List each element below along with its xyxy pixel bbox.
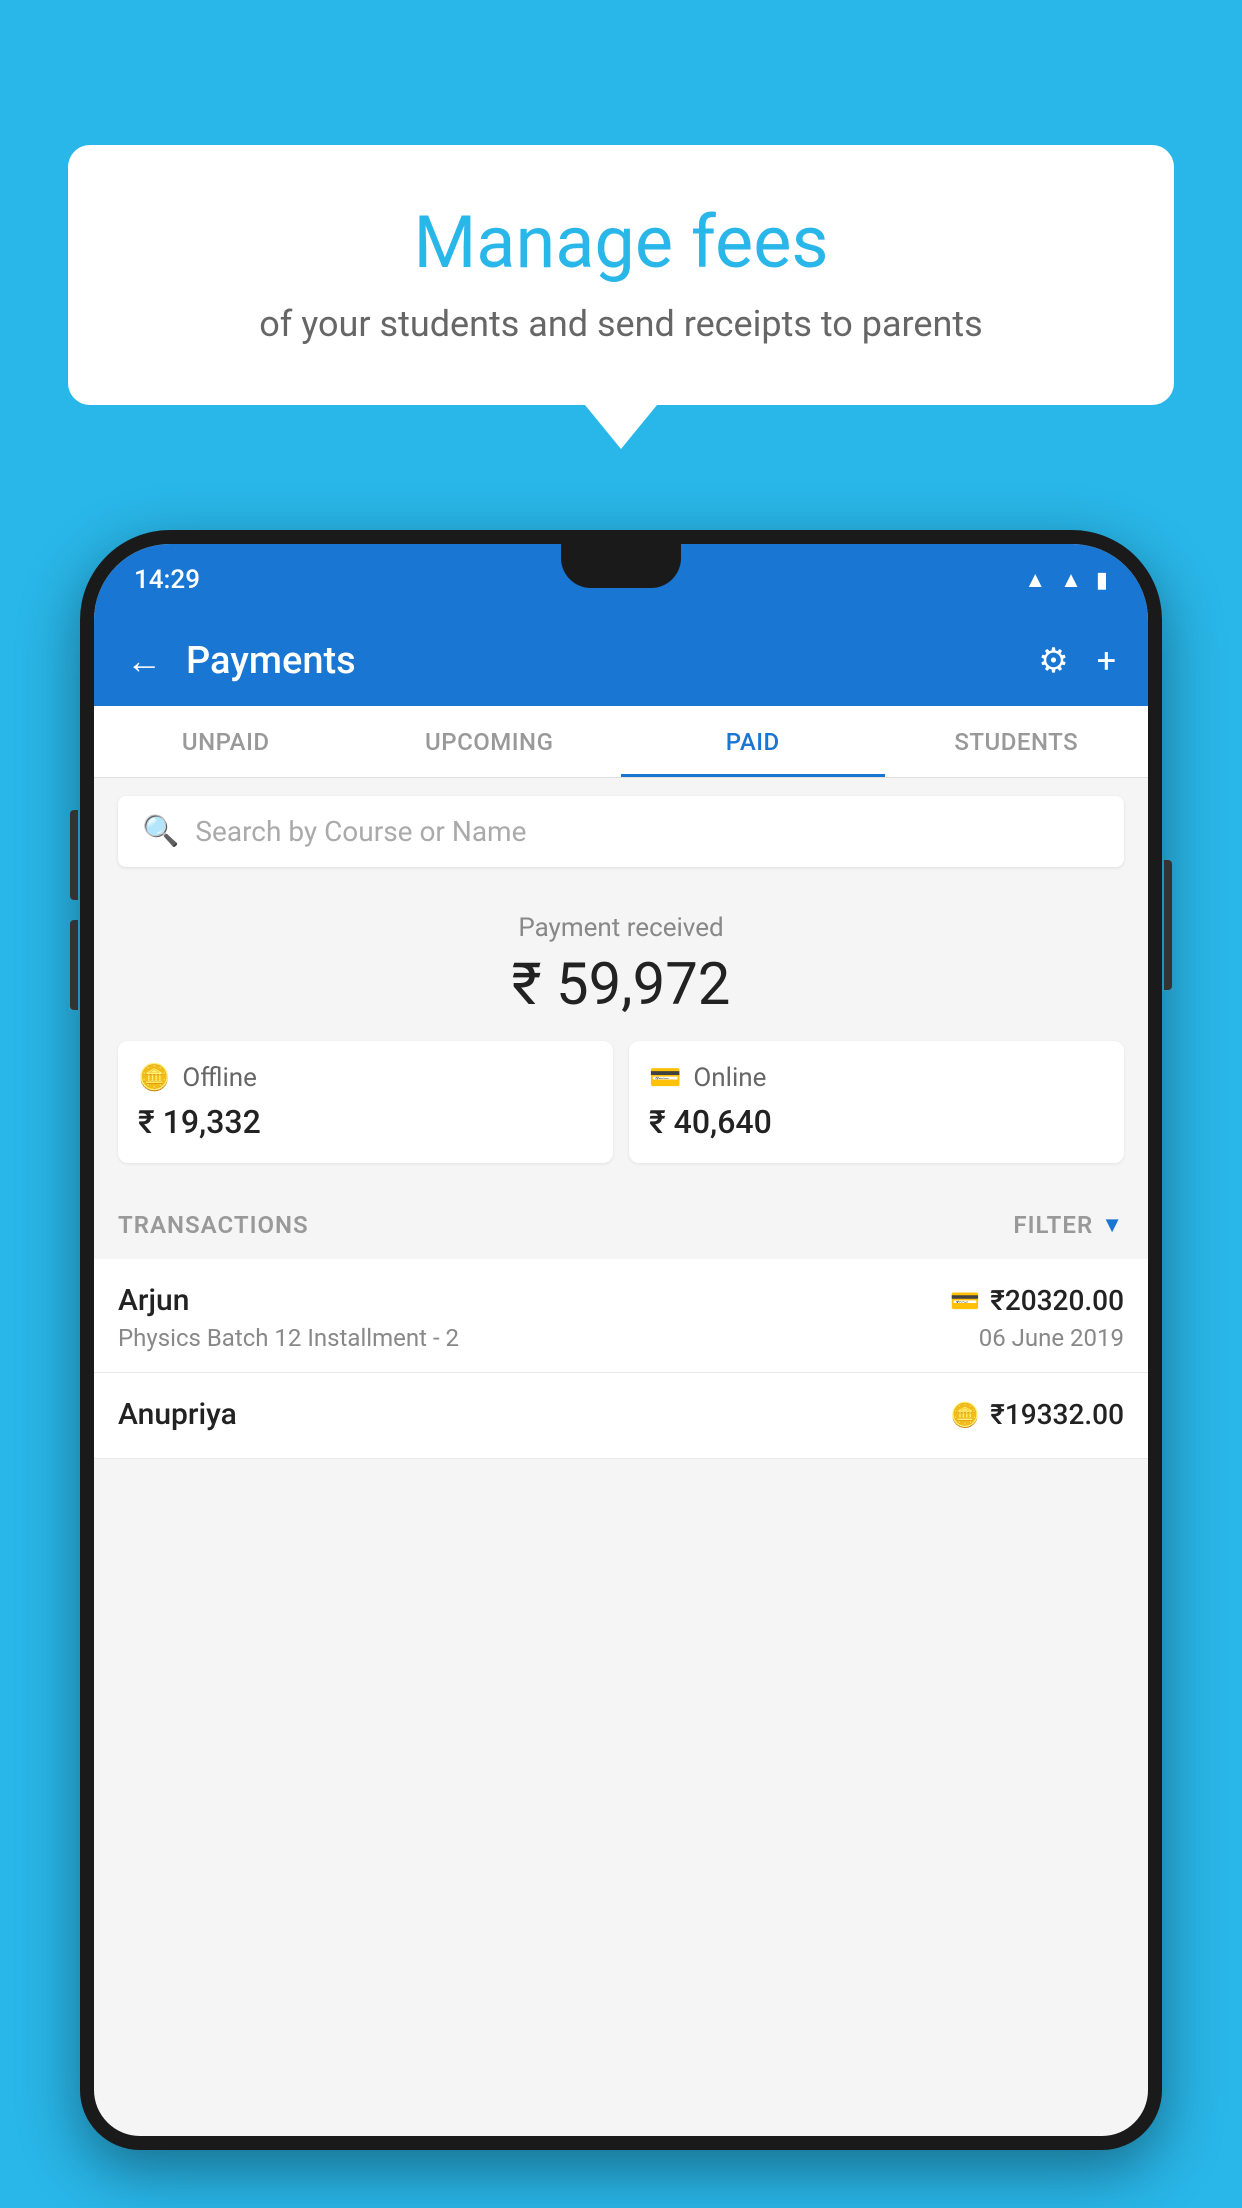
search-container: 🔍 Search by Course or Name [94,778,1148,885]
online-payment-icon: 💳 [950,1287,980,1315]
tab-upcoming[interactable]: UPCOMING [358,706,622,777]
add-icon[interactable]: + [1097,641,1116,681]
transaction-amount-2: ₹19332.00 [990,1398,1124,1431]
tab-students[interactable]: STUDENTS [885,706,1149,777]
online-label: Online [693,1063,766,1093]
transaction-course: Physics Batch 12 Installment - 2 [118,1324,459,1352]
tab-unpaid[interactable]: UNPAID [94,706,358,777]
transaction-name: Arjun [118,1283,189,1318]
phone-screen: 14:29 ▲ ▲ ▮ ← Payments ⚙ + UNPAID [94,544,1148,2136]
tabs-bar: UNPAID UPCOMING PAID STUDENTS [94,706,1148,778]
phone-frame: 14:29 ▲ ▲ ▮ ← Payments ⚙ + UNPAID [80,530,1162,2150]
offline-card-header: 🪙 Offline [138,1063,593,1093]
offline-payment-icon: 🪙 [950,1401,980,1429]
online-icon: 💳 [649,1063,681,1093]
transaction-bottom-row: Physics Batch 12 Installment - 2 06 June… [118,1324,1124,1352]
status-icons: ▲ ▲ ▮ [1024,567,1108,593]
payment-received-label: Payment received [118,913,1124,943]
offline-label: Offline [182,1063,257,1093]
table-row[interactable]: Anupriya 🪙 ₹19332.00 [94,1373,1148,1459]
speech-bubble-arrow [585,405,657,449]
transaction-name-2: Anupriya [118,1397,237,1432]
bubble-subtitle: of your students and send receipts to pa… [128,303,1114,345]
bubble-title: Manage fees [128,200,1114,285]
payment-cards: 🪙 Offline ₹ 19,332 💳 Online ₹ 40,640 [118,1041,1124,1163]
filter-icon: ▼ [1101,1212,1124,1238]
status-time: 14:29 [134,565,200,595]
transaction-date: 06 June 2019 [979,1324,1124,1352]
transaction-top-row: Arjun 💳 ₹20320.00 [118,1283,1124,1318]
phone-notch [561,544,681,588]
transaction-amount-wrapper-2: 🪙 ₹19332.00 [950,1398,1124,1431]
online-card: 💳 Online ₹ 40,640 [629,1041,1124,1163]
signal-icon: ▲ [1060,567,1082,593]
header-title: Payments [186,639,1038,683]
speech-bubble: Manage fees of your students and send re… [68,145,1174,405]
volume-up-button [70,810,78,900]
wifi-icon: ▲ [1024,567,1046,593]
header-actions: ⚙ + [1038,641,1116,681]
back-button[interactable]: ← [126,640,162,682]
transactions-label: TRANSACTIONS [118,1211,309,1239]
status-bar: 14:29 ▲ ▲ ▮ [94,544,1148,616]
settings-icon[interactable]: ⚙ [1038,641,1068,681]
payment-total-amount: ₹ 59,972 [118,951,1124,1019]
offline-icon: 🪙 [138,1063,170,1093]
volume-down-button [70,920,78,1010]
transactions-list: Arjun 💳 ₹20320.00 Physics Batch 12 Insta… [94,1259,1148,1459]
battery-icon: ▮ [1096,568,1108,593]
search-icon: 🔍 [142,814,179,849]
transaction-amount: ₹20320.00 [990,1284,1124,1317]
power-button [1164,860,1172,990]
search-bar[interactable]: 🔍 Search by Course or Name [118,796,1124,867]
table-row[interactable]: Arjun 💳 ₹20320.00 Physics Batch 12 Insta… [94,1259,1148,1373]
app-header: ← Payments ⚙ + [94,616,1148,706]
online-amount: ₹ 40,640 [649,1103,1104,1141]
phone-wrapper: 14:29 ▲ ▲ ▮ ← Payments ⚙ + UNPAID [80,530,1162,2208]
tab-paid[interactable]: PAID [621,706,885,777]
transactions-header: TRANSACTIONS FILTER ▼ [94,1191,1148,1259]
transaction-amount-wrapper: 💳 ₹20320.00 [950,1284,1124,1317]
online-card-header: 💳 Online [649,1063,1104,1093]
payment-summary: Payment received ₹ 59,972 🪙 Offline ₹ 19… [94,885,1148,1191]
filter-button[interactable]: FILTER ▼ [1013,1211,1124,1239]
transaction-top-row-2: Anupriya 🪙 ₹19332.00 [118,1397,1124,1432]
offline-card: 🪙 Offline ₹ 19,332 [118,1041,613,1163]
offline-amount: ₹ 19,332 [138,1103,593,1141]
speech-bubble-section: Manage fees of your students and send re… [68,145,1174,449]
search-input[interactable]: Search by Course or Name [195,815,526,848]
filter-label: FILTER [1013,1211,1093,1239]
